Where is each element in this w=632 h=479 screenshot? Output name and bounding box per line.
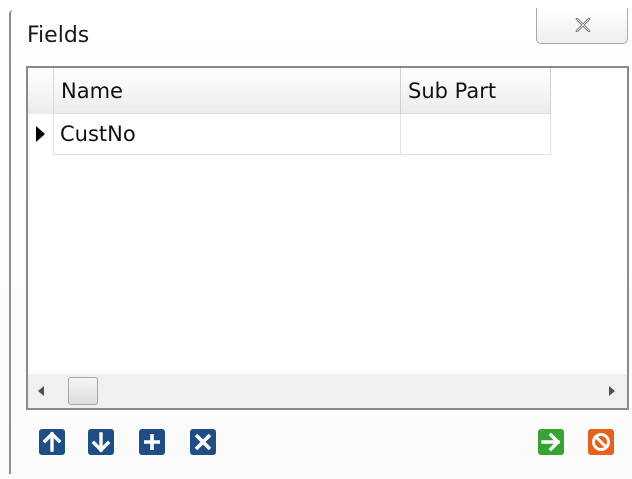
grid-header-row: Name Sub Part [28,68,551,114]
current-row-triangle-icon [36,126,45,142]
cancel-button[interactable] [588,429,614,455]
fields-dialog: Fields Name Sub Part CustNo [0,0,632,479]
window-frame-edge [9,10,14,474]
fields-grid: Name Sub Part CustNo [26,66,629,410]
scroll-right-button[interactable] [599,374,627,408]
scroll-right-arrow-icon [609,386,615,396]
table-row[interactable]: CustNo [28,114,551,155]
cell-sub-part[interactable] [401,114,551,155]
scroll-left-arrow-icon [38,386,44,396]
column-header-name[interactable]: Name [54,68,401,114]
add-field-button[interactable] [139,429,165,455]
remove-field-button[interactable] [190,429,216,455]
move-down-button[interactable] [88,429,114,455]
arrow-up-icon [39,429,65,455]
window-title: Fields [27,23,90,48]
move-up-button[interactable] [39,429,65,455]
horizontal-scrollbar[interactable] [28,374,627,408]
grid-corner-header[interactable] [28,68,54,114]
scrollbar-thumb[interactable] [68,377,98,405]
arrow-right-icon [538,429,564,455]
column-header-sub-part[interactable]: Sub Part [401,68,551,114]
no-entry-icon [588,429,614,455]
close-icon [575,18,591,32]
cell-name[interactable]: CustNo [54,114,401,155]
row-header[interactable] [28,114,54,155]
x-icon [190,429,216,455]
ok-button[interactable] [538,429,564,455]
scroll-left-button[interactable] [28,374,56,408]
plus-icon [139,429,165,455]
arrow-down-icon [88,429,114,455]
close-button[interactable] [536,8,628,44]
